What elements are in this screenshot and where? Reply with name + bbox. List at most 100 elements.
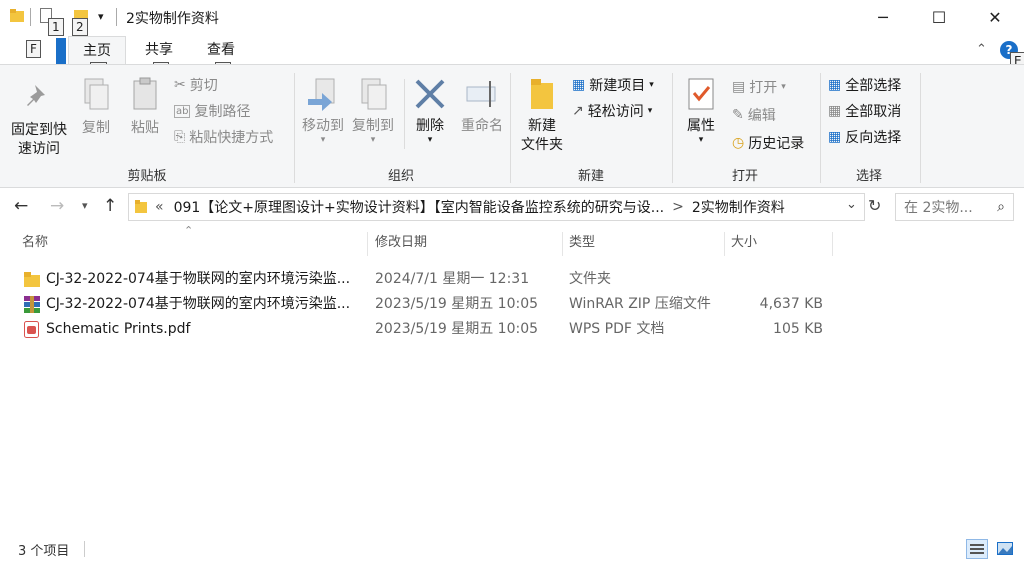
new-folder-button[interactable]: 新建 文件夹 xyxy=(514,77,570,155)
collapse-ribbon-icon[interactable]: ⌃ xyxy=(976,42,987,57)
column-header-modified-label: 修改日期 xyxy=(375,235,428,250)
open-icon: ▤ xyxy=(732,79,746,95)
delete-chevron-icon: ▾ xyxy=(427,135,433,145)
history-button[interactable]: ◷ 历史记录 xyxy=(732,133,804,153)
properties-chevron-icon: ▾ xyxy=(698,135,704,145)
new-folder-label: 新建 文件夹 xyxy=(521,118,563,153)
column-header-size[interactable]: 大小 xyxy=(725,232,833,256)
history-icon: ◷ xyxy=(732,135,745,151)
paste-button[interactable]: 粘贴 xyxy=(124,77,166,138)
new-item-chevron-icon: ▾ xyxy=(649,80,654,90)
select-none-label: 全部取消 xyxy=(845,104,902,120)
pin-quick-access-button[interactable]: 固定到快 速访问 xyxy=(6,81,72,159)
paste-shortcut-icon: ⎘ xyxy=(174,129,186,145)
file-type: WinRAR ZIP 压缩文件 xyxy=(569,296,711,312)
copy-button[interactable]: 复制 xyxy=(76,77,116,138)
easy-access-label: 轻松访问 xyxy=(587,104,644,120)
address-history-chevron-icon[interactable]: ⌄ xyxy=(846,197,857,212)
new-item-button[interactable]: ▦ 新建项目 ▾ xyxy=(572,75,654,95)
quick-access-keytip-1: 1 xyxy=(48,18,64,36)
file-row[interactable]: Schematic Prints.pdf 2023/5/19 星期五 10:05… xyxy=(16,317,836,342)
rename-icon xyxy=(466,81,496,107)
paste-icon xyxy=(133,77,157,110)
tab-home[interactable]: 主页 xyxy=(68,36,126,65)
column-header-modified[interactable]: 修改日期 xyxy=(369,232,563,256)
move-to-button[interactable]: 移动到 ▾ xyxy=(298,77,348,145)
file-type: 文件夹 xyxy=(569,271,611,287)
delete-x-icon xyxy=(415,79,445,109)
file-size: 105 KB xyxy=(773,321,823,337)
up-arrow-icon[interactable]: ↑ xyxy=(103,196,117,216)
file-tab[interactable]: F xyxy=(0,36,66,64)
recent-locations-chevron-icon[interactable]: ▾ xyxy=(82,199,88,212)
minimize-button[interactable]: ─ xyxy=(860,0,906,34)
copy-to-button[interactable]: 复制到 ▾ xyxy=(348,77,398,145)
edit-label: 编辑 xyxy=(747,108,776,124)
rename-button[interactable]: 重命名 xyxy=(456,77,508,136)
details-view-button[interactable] xyxy=(966,539,988,559)
delete-button[interactable]: 删除 ▾ xyxy=(410,77,450,145)
close-button[interactable]: ✕ xyxy=(972,0,1018,34)
pdf-icon xyxy=(24,321,39,338)
address-overflow-prefix[interactable]: « xyxy=(155,199,164,215)
breadcrumb-separator: > xyxy=(672,199,684,215)
large-icons-view-button[interactable] xyxy=(994,539,1016,559)
select-none-button[interactable]: ▦ 全部取消 xyxy=(828,101,901,121)
pin-icon xyxy=(27,85,45,106)
move-to-icon xyxy=(308,78,335,111)
forward-arrow-icon[interactable]: → xyxy=(50,196,64,216)
organize-group-label: 组织 xyxy=(387,169,414,184)
customize-qa-chevron-icon[interactable]: ▾ xyxy=(98,10,104,23)
invert-selection-button[interactable]: ▦ 反向选择 xyxy=(828,127,901,147)
tab-share[interactable]: 共享 xyxy=(131,36,187,64)
edit-button[interactable]: ✎ 编辑 xyxy=(732,105,776,125)
breadcrumb-segment-2[interactable]: 2实物制作资料 xyxy=(692,197,785,217)
file-row[interactable]: CJ-32-2022-074基于物联网的室内环境污染监... 2023/5/19… xyxy=(16,292,836,317)
winrar-icon xyxy=(24,296,40,313)
copy-to-icon xyxy=(361,78,387,110)
clipboard-group-label: 剪贴板 xyxy=(127,169,167,184)
history-label: 历史记录 xyxy=(748,136,805,152)
select-all-label: 全部选择 xyxy=(845,78,902,94)
select-all-button[interactable]: ▦ 全部选择 xyxy=(828,75,901,95)
invert-selection-label: 反向选择 xyxy=(845,130,902,146)
refresh-icon[interactable]: ↻ xyxy=(868,196,881,215)
status-item-count: 3 个项目 xyxy=(18,544,70,559)
folder-icon xyxy=(10,9,24,22)
open-chevron-icon: ▾ xyxy=(781,82,786,92)
paste-label: 粘贴 xyxy=(131,120,159,136)
move-to-chevron-icon: ▾ xyxy=(320,135,326,145)
file-row[interactable]: CJ-32-2022-074基于物联网的室内环境污染监... 2024/7/1 … xyxy=(16,267,836,292)
back-arrow-icon[interactable]: ← xyxy=(14,196,28,216)
file-modified: 2024/7/1 星期一 12:31 xyxy=(375,271,530,287)
properties-check-icon xyxy=(688,78,714,110)
address-folder-icon xyxy=(135,200,147,213)
open-button[interactable]: ▤ 打开 ▾ xyxy=(732,77,786,97)
copy-path-button[interactable]: ab 复制路径 xyxy=(174,101,250,121)
cut-button[interactable]: ✂ 剪切 xyxy=(174,75,218,95)
search-box[interactable]: 在 2实物... ⌕ xyxy=(895,193,1014,221)
properties-button[interactable]: 属性 ▾ xyxy=(678,77,724,145)
pin-label: 固定到快 速访问 xyxy=(11,122,67,157)
scissors-icon: ✂ xyxy=(174,77,186,93)
copy-to-chevron-icon: ▾ xyxy=(370,135,376,145)
copy-path-label: 复制路径 xyxy=(194,104,251,120)
tab-view[interactable]: 查看 xyxy=(193,36,249,64)
large-icons-view-icon xyxy=(997,542,1013,555)
sort-ascending-icon: ⌃ xyxy=(184,224,194,237)
column-header-type[interactable]: 类型 xyxy=(563,232,725,256)
ribbon: 固定到快 速访问 复制 粘贴 ✂ 剪切 ab 复制路径 ⎘ 粘贴快捷方式 剪贴板 移动… xyxy=(0,64,1024,188)
easy-access-icon: ↗ xyxy=(572,103,584,119)
address-bar[interactable]: « 091【论文+原理图设计+实物设计资料】【室内智能设备监控系统的研究与设..… xyxy=(128,193,865,221)
easy-access-button[interactable]: ↗ 轻松访问 ▾ xyxy=(572,101,652,121)
copy-icon xyxy=(84,78,109,110)
maximize-button[interactable]: ☐ xyxy=(916,0,962,34)
column-header-size-label: 大小 xyxy=(731,235,758,250)
file-modified: 2023/5/19 星期五 10:05 xyxy=(375,321,539,337)
move-to-label: 移动到 xyxy=(302,118,344,134)
file-size: 4,637 KB xyxy=(759,296,823,312)
breadcrumb-segment-1[interactable]: 091【论文+原理图设计+实物设计资料】【室内智能设备监控系统的研究与设... xyxy=(174,197,665,217)
paste-shortcut-button[interactable]: ⎘ 粘贴快捷方式 xyxy=(174,127,273,147)
column-header-type-label: 类型 xyxy=(569,235,596,250)
new-folder-icon xyxy=(531,79,553,109)
